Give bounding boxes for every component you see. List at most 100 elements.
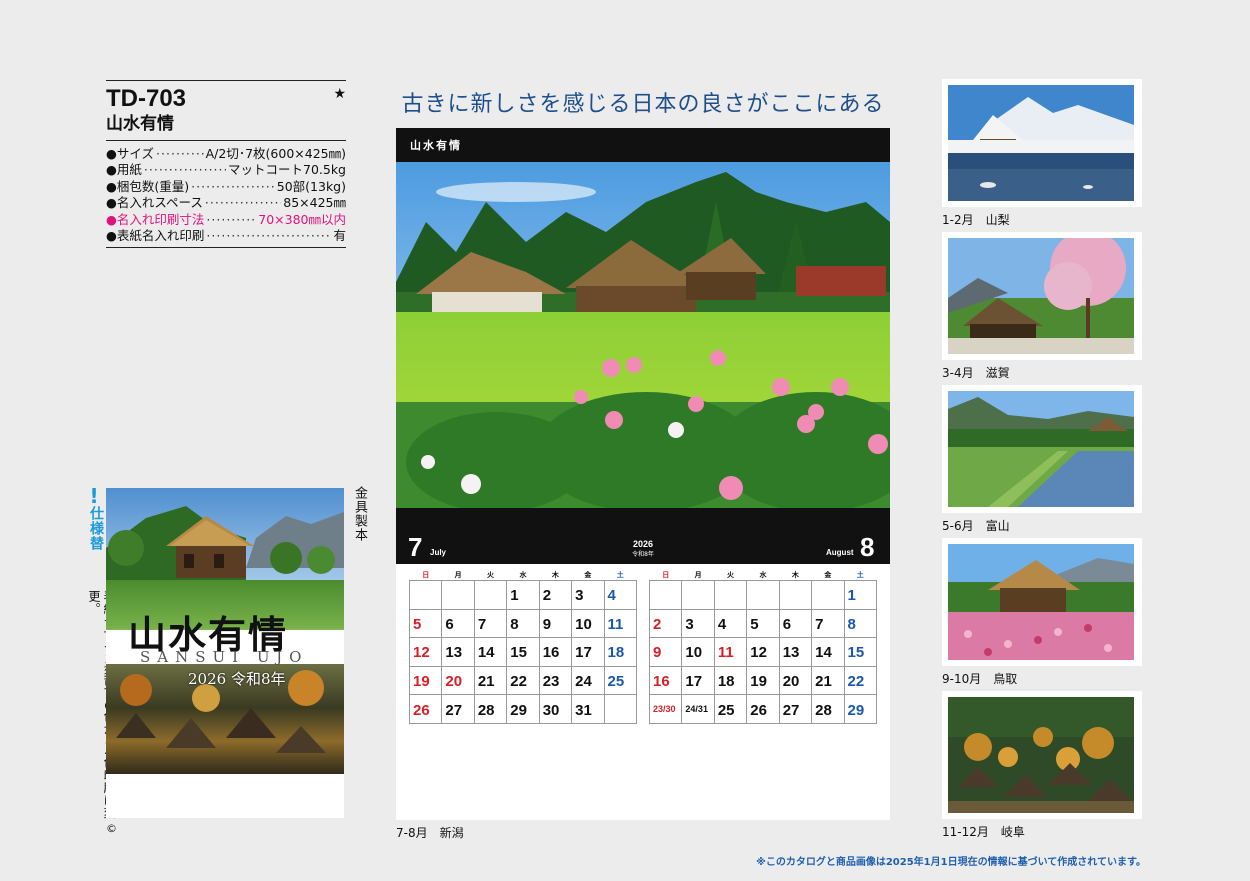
day-number: 8 xyxy=(847,615,856,633)
thumb-snow-lake-image xyxy=(948,85,1134,201)
calendar-sheet: 山水有情 7 July 2026 令和8年 August 8 日 月 火 水 木… xyxy=(396,128,890,820)
star-mark: ★ xyxy=(333,86,346,102)
july-grid: 日月火水木金土 1 2 3 4 5 6 7 8 9 10 11 12 13 14 15 16 17 18 19 20 21… xyxy=(408,570,638,724)
day-number: 30 xyxy=(542,701,560,719)
spec-value: 70×380㎜以内 xyxy=(258,211,346,227)
thumb-jan-feb xyxy=(942,79,1142,207)
day-cell xyxy=(811,580,845,610)
day-number: 14 xyxy=(477,644,495,662)
day-number: 4 xyxy=(717,615,727,633)
day-number: 22 xyxy=(510,673,527,691)
day-cell xyxy=(648,580,683,610)
day-number: 19 xyxy=(413,673,430,691)
day-number: 9 xyxy=(542,615,552,633)
day-cell: 28 xyxy=(473,694,508,724)
day-cell: 12 xyxy=(408,637,443,667)
weekday-header: 水 xyxy=(519,571,527,579)
thumb-caption-4: 9-10月 鳥取 xyxy=(942,672,1018,686)
day-cell: 21 xyxy=(811,665,845,696)
day-number: 21 xyxy=(477,673,495,691)
day-number: 7 xyxy=(815,615,824,633)
day-number: 8 xyxy=(510,615,519,633)
day-number: 2 xyxy=(542,587,552,605)
thumb-cosmos-house-image xyxy=(948,544,1134,660)
day-number: 1 xyxy=(847,587,856,605)
spec-label: ●名入れスペース xyxy=(106,195,203,211)
spec-item: ●梱包数(重量) 50部(13kg) xyxy=(106,179,346,195)
day-cell: 19 xyxy=(408,665,443,696)
day-cell: 14 xyxy=(811,637,845,667)
day-number: 20 xyxy=(445,673,463,691)
day-cell: 15 xyxy=(506,637,540,667)
day-number: 3 xyxy=(575,587,584,605)
day-number: 22 xyxy=(847,673,865,691)
day-cell: 24 xyxy=(571,665,605,696)
change-title: 仕様替 xyxy=(88,506,104,551)
day-number: 29 xyxy=(847,701,865,719)
day-number: 23/30 xyxy=(653,703,676,714)
thumb-may-jun xyxy=(942,385,1142,513)
thumb-caption-2: 3-4月 滋賀 xyxy=(942,366,1010,380)
right-month-name: August xyxy=(826,548,854,557)
day-cell: 25 xyxy=(713,694,748,724)
day-cell: 20 xyxy=(441,665,475,696)
thumb-caption-5: 11-12月 岐阜 xyxy=(942,825,1025,839)
binding-label: 金具製本 xyxy=(352,486,367,542)
day-cell: 3 xyxy=(571,580,605,610)
day-cell: 10 xyxy=(681,637,715,667)
day-number: 12 xyxy=(413,644,430,662)
day-number: 13 xyxy=(782,644,800,662)
day-cell: 2 xyxy=(538,580,573,610)
day-cell xyxy=(746,580,780,610)
day-cell: 7 xyxy=(811,608,845,639)
spec-block: TD-703 ★ 山水有情 ●サイズ A/2切･7枚(600×425㎜) ●用紙 マッ… xyxy=(106,80,346,249)
right-month-number: 8 xyxy=(860,532,875,562)
day-cell: 29 xyxy=(506,694,540,724)
day-number: 25 xyxy=(607,673,625,691)
day-cell: 11 xyxy=(713,637,748,667)
copyright-mark: © xyxy=(106,822,117,835)
spec-value: 85×425㎜ xyxy=(283,195,346,211)
footnote: ※このカタログと商品画像は2025年1月1日現在の情報に基づいて作成されています… xyxy=(756,857,1146,868)
day-cell: 22 xyxy=(843,665,878,696)
day-cell: 27 xyxy=(778,694,813,724)
day-cell: 11 xyxy=(603,608,638,639)
day-cell: 2 xyxy=(648,608,683,639)
left-month-number: 7 xyxy=(408,532,423,562)
day-number: 14 xyxy=(815,644,832,662)
day-number: 16 xyxy=(653,673,670,691)
day-cell: 16 xyxy=(648,665,683,696)
day-number: 10 xyxy=(575,615,592,633)
spec-value: A/2切･7枚(600×425㎜) xyxy=(205,146,346,161)
weekday-header: 土 xyxy=(616,571,624,579)
day-cell: 22 xyxy=(506,665,540,696)
day-number: 24 xyxy=(575,673,592,691)
weekday-header: 日 xyxy=(422,571,430,579)
thumb-caption-3: 5-6月 富山 xyxy=(942,519,1010,533)
day-number: 19 xyxy=(750,673,767,691)
spec-rule-bottom xyxy=(106,247,346,249)
day-cell: 3 xyxy=(681,608,715,639)
day-cell: 8 xyxy=(506,608,540,639)
spec-item: ●名入れ印刷寸法 70×380㎜以内 xyxy=(106,212,346,228)
day-number: 13 xyxy=(445,644,463,662)
thumb-nov-dec xyxy=(942,691,1142,819)
day-cell: 6 xyxy=(441,608,475,639)
day-number: 27 xyxy=(782,701,800,719)
day-number: 5 xyxy=(413,615,422,633)
day-cell: 23 xyxy=(538,665,573,696)
spec-label: ●サイズ xyxy=(106,146,155,161)
day-cell: 8 xyxy=(843,608,878,639)
day-number: 4 xyxy=(607,587,616,605)
day-cell: 27 xyxy=(441,694,475,724)
spec-label: ●名入れ印刷寸法 xyxy=(106,211,205,227)
spec-value: 50部(13kg) xyxy=(276,178,346,194)
day-number: 25 xyxy=(717,701,735,719)
spec-label: ●用紙 xyxy=(106,162,142,178)
weekday-header: 月 xyxy=(454,571,462,579)
day-cell: 16 xyxy=(538,637,573,667)
product-code: TD-703 xyxy=(106,85,187,112)
day-cell: 5 xyxy=(408,608,443,639)
spec-leader-dots xyxy=(191,179,275,195)
day-cell xyxy=(713,580,748,610)
